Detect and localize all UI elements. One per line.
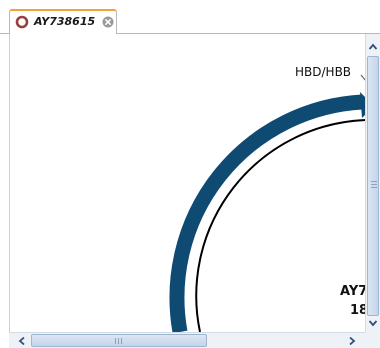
thumb-grip <box>371 187 377 188</box>
sequence-name-label: AY7 <box>340 284 366 299</box>
feature-label[interactable]: HBD/HBB <box>295 65 351 79</box>
thumb-grip <box>115 338 116 344</box>
sequence-view-window: AY738615 HBD/HBB AY7 18 <box>0 0 380 348</box>
horizontal-scroll-thumb[interactable] <box>31 334 207 347</box>
arrow-down-icon[interactable] <box>366 316 380 330</box>
editor-tab-bar: AY738615 <box>0 0 380 34</box>
arrow-left-icon[interactable] <box>15 334 29 348</box>
vertical-scroll-thumb[interactable] <box>367 56 379 316</box>
circular-sequence-canvas[interactable]: HBD/HBB AY7 18 <box>9 34 366 332</box>
feature-arc-hbd-hbb[interactable] <box>169 94 363 332</box>
sequence-length-label: 18 <box>350 303 366 318</box>
circular-sequence-icon <box>15 15 29 29</box>
arrow-right-icon[interactable] <box>345 334 359 348</box>
horizontal-scrollbar[interactable] <box>9 332 365 348</box>
close-tab-icon[interactable] <box>102 16 114 28</box>
thumb-grip <box>371 184 377 185</box>
thumb-grip <box>371 181 377 182</box>
thumb-grip <box>121 338 122 344</box>
thumb-grip <box>118 338 119 344</box>
arrow-up-icon[interactable] <box>366 40 380 54</box>
sequence-backbone <box>195 119 366 332</box>
tab-ay738615[interactable]: AY738615 <box>9 9 117 34</box>
scrollbar-corner <box>365 332 380 348</box>
vertical-scrollbar[interactable] <box>365 34 380 332</box>
tab-bar-divider <box>0 33 9 34</box>
tab-label: AY738615 <box>34 15 96 28</box>
